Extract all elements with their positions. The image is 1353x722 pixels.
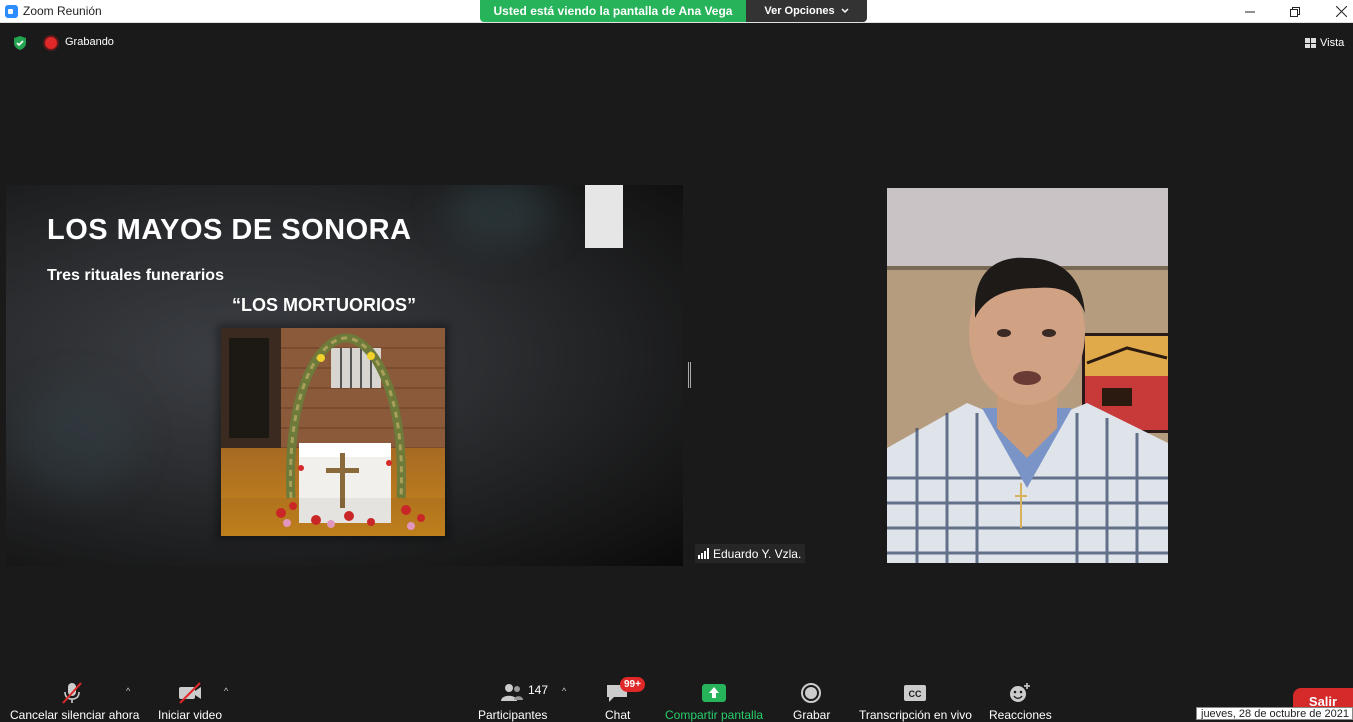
mute-options-caret[interactable]: ^ [126,686,130,696]
slide-glow [16,385,136,495]
slide-white-rect [585,185,623,248]
cc-icon: CC [904,685,926,701]
record-icon [801,683,821,703]
zoom-app-icon [5,5,18,18]
svg-text:CC: CC [909,689,922,699]
participant-name: Eduardo Y. Vzla. [713,546,802,561]
slide-subtitle: Tres rituales funerarios [47,267,224,284]
panel-resize-handle[interactable] [688,362,691,388]
date-tooltip: jueves, 28 de octubre de 2021 [1196,707,1353,720]
shared-screen: LOS MAYOS DE SONORA Tres rituales funera… [6,185,683,566]
recording-label: Grabando [65,36,114,48]
reactions-button[interactable]: Reacciones [985,672,1055,722]
chevron-down-icon [841,8,849,14]
meeting-toolbar: Cancelar silenciar ahora ^ Iniciar video… [0,672,1353,722]
minimize-button[interactable] [1227,0,1273,23]
start-video-button[interactable]: Iniciar video [150,672,230,722]
slide-subtitle-2: “LOS MORTUORIOS” [232,295,416,315]
video-options-caret[interactable]: ^ [224,686,228,696]
grid-view-icon [1305,38,1316,48]
close-icon [1335,6,1347,17]
mute-button[interactable]: Cancelar silenciar ahora [0,672,150,722]
minimize-icon [1245,11,1255,12]
microphone-muted-icon [62,682,82,704]
reaction-icon [1010,683,1030,702]
participants-count: 147 [528,683,549,697]
share-screen-icon [702,684,726,702]
record-button[interactable]: Grabar [790,672,835,722]
participant-name-tag: Eduardo Y. Vzla. [695,544,806,563]
window-title: Zoom Reunión [23,4,102,18]
slide-glow [446,185,556,245]
restore-button[interactable] [1272,0,1318,23]
close-button[interactable] [1318,0,1353,23]
slide-title: LOS MAYOS DE SONORA [47,214,412,246]
camera-off-icon [179,682,201,704]
view-options-label: Ver Opciones [764,5,835,17]
shield-icon[interactable] [12,35,28,51]
chat-badge: 99+ [620,677,645,692]
view-button[interactable]: Vista [1305,32,1353,54]
live-transcript-button[interactable]: CC Transcripción en vivo [855,672,975,722]
view-label: Vista [1320,37,1345,49]
participant-video[interactable] [887,188,1168,563]
share-screen-button[interactable]: Compartir pantalla [660,672,770,722]
record-dot-icon [45,37,57,49]
altar-photo [221,328,445,536]
view-options-button[interactable]: Ver Opciones [746,0,867,22]
viewing-banner: Usted está viendo la pantalla de Ana Veg… [480,0,746,22]
restore-icon [1290,6,1300,17]
participants-options-caret[interactable]: ^ [562,686,566,696]
signal-bars-icon [698,548,709,559]
participants-icon [501,684,523,701]
